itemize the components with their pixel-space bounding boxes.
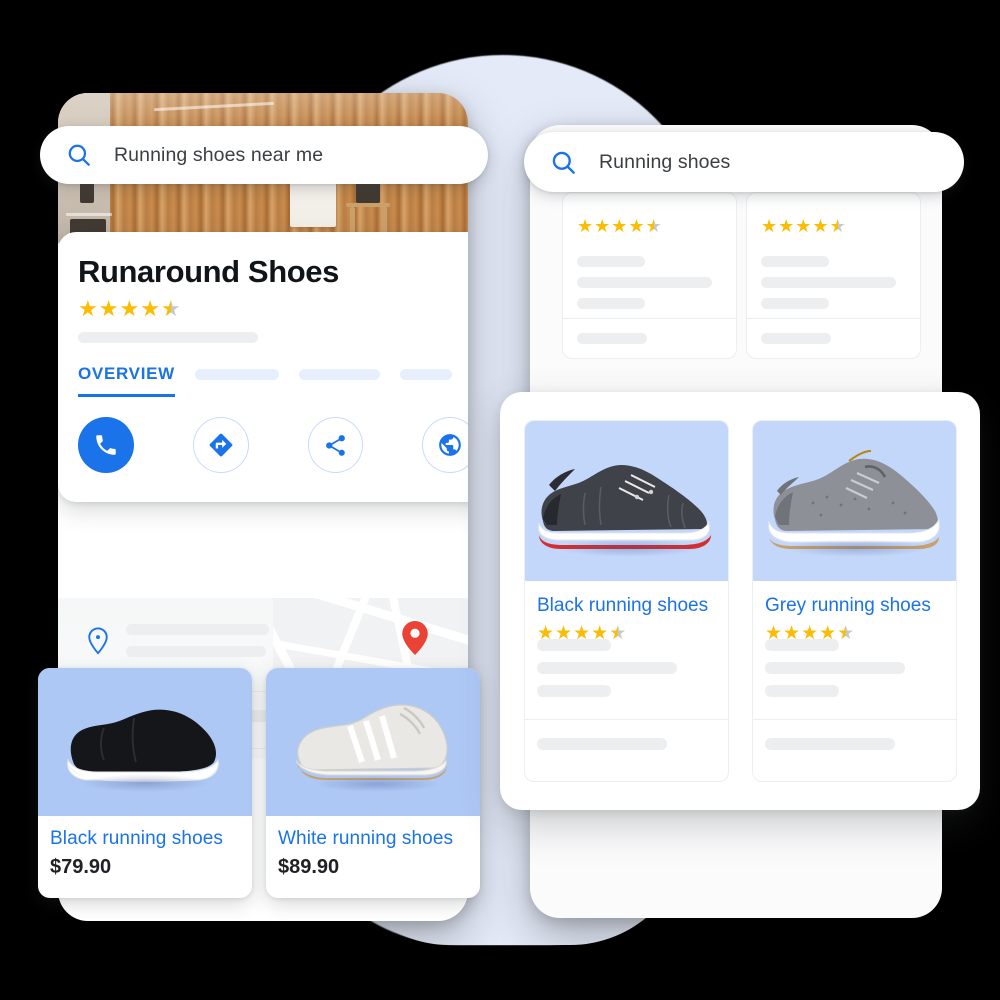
ghost-line bbox=[577, 277, 712, 288]
ghost-line bbox=[761, 333, 831, 344]
search-input-right[interactable]: Running shoes bbox=[599, 151, 730, 174]
business-detail-card: Runaround Shoes ★ ★ ★ ★ ★ OVERVIEW bbox=[58, 232, 468, 502]
product-price: $79.90 bbox=[50, 856, 112, 878]
product-name[interactable]: Black running shoes bbox=[50, 828, 223, 850]
ghost-line bbox=[537, 639, 611, 651]
search-bar-right[interactable]: Running shoes bbox=[524, 132, 964, 192]
card-divider bbox=[753, 719, 956, 720]
ghost-line bbox=[765, 738, 895, 750]
product-card-right-1[interactable]: Black running shoes ★ ★ ★ ★ ★ bbox=[524, 420, 729, 782]
ghost-line bbox=[765, 662, 905, 674]
ghost-line bbox=[577, 256, 645, 267]
ghost-line bbox=[761, 277, 896, 288]
business-rating-stars: ★ ★ ★ ★ ★ bbox=[78, 298, 181, 320]
product-card-right-2[interactable]: Grey running shoes ★ ★ ★ ★ ★ bbox=[752, 420, 957, 782]
call-button[interactable] bbox=[78, 417, 134, 473]
search-bar-left[interactable]: Running shoes near me bbox=[40, 126, 488, 184]
star-half-icon: ★ bbox=[837, 623, 855, 644]
search-input-left[interactable]: Running shoes near me bbox=[114, 144, 323, 167]
business-name: Runaround Shoes bbox=[78, 254, 339, 289]
address-line-2-placeholder bbox=[126, 646, 266, 657]
product-image-black-red-sole bbox=[525, 421, 728, 581]
ghost-line bbox=[765, 639, 839, 651]
globe-icon bbox=[437, 432, 463, 458]
tab-placeholder-2[interactable] bbox=[298, 368, 380, 380]
website-button[interactable] bbox=[422, 417, 468, 473]
ghost-line bbox=[765, 685, 839, 697]
ghost-line bbox=[577, 298, 645, 309]
phone-icon bbox=[93, 432, 119, 458]
result-rating-stars: ★ ★ ★ ★ ★ bbox=[761, 215, 920, 237]
star-half-icon: ★ bbox=[609, 623, 627, 644]
ghost-divider bbox=[563, 318, 736, 319]
product-image-grey-knit bbox=[753, 421, 956, 581]
directions-icon bbox=[207, 431, 235, 459]
star-icon: ★ bbox=[795, 216, 812, 236]
directions-button[interactable] bbox=[192, 417, 249, 473]
result-rating-stars: ★ ★ ★ ★ ★ bbox=[577, 215, 736, 237]
product-card-left-1[interactable]: Black running shoes $79.90 bbox=[38, 668, 252, 898]
share-icon bbox=[323, 433, 348, 458]
product-name[interactable]: Black running shoes bbox=[537, 595, 728, 617]
search-icon bbox=[550, 149, 577, 176]
ghost-line bbox=[537, 685, 611, 697]
star-icon: ★ bbox=[628, 216, 645, 236]
star-icon: ★ bbox=[778, 216, 795, 236]
product-card-left-2[interactable]: White running shoes $89.90 bbox=[266, 668, 480, 898]
business-action-row bbox=[78, 417, 468, 473]
ghost-line bbox=[577, 333, 647, 344]
business-subtitle-placeholder bbox=[78, 332, 258, 343]
search-icon bbox=[66, 142, 92, 168]
location-pin-icon bbox=[86, 626, 126, 655]
product-overlay-panel: Black running shoes ★ ★ ★ ★ ★ Grey runni… bbox=[500, 392, 980, 810]
product-image-white-sneaker bbox=[266, 668, 480, 816]
ghost-divider bbox=[747, 318, 920, 319]
tab-placeholder-1[interactable] bbox=[194, 368, 279, 380]
product-price: $89.90 bbox=[278, 856, 340, 878]
star-icon: ★ bbox=[761, 216, 778, 236]
star-icon: ★ bbox=[594, 216, 611, 236]
ghost-line bbox=[761, 256, 829, 267]
address-row[interactable] bbox=[58, 624, 468, 657]
star-half-icon: ★ bbox=[160, 296, 181, 321]
ghost-line bbox=[761, 298, 829, 309]
star-half-icon: ★ bbox=[645, 216, 662, 236]
star-icon: ★ bbox=[611, 216, 628, 236]
ghost-line bbox=[537, 662, 677, 674]
business-tabs: OVERVIEW bbox=[78, 364, 468, 397]
result-card-ghost-2[interactable]: ★ ★ ★ ★ ★ bbox=[746, 192, 921, 359]
tab-overview[interactable]: OVERVIEW bbox=[78, 364, 175, 397]
star-half-icon: ★ bbox=[829, 216, 846, 236]
product-image-black-slip-on bbox=[38, 668, 252, 816]
star-icon: ★ bbox=[812, 216, 829, 236]
star-icon: ★ bbox=[140, 296, 160, 321]
share-button[interactable] bbox=[307, 417, 364, 473]
tab-placeholder-3[interactable] bbox=[399, 368, 452, 380]
star-icon: ★ bbox=[98, 296, 119, 321]
ghost-line bbox=[537, 738, 667, 750]
illustration-canvas: Runaround Shoes ★ ★ ★ ★ ★ OVERVIEW Runni… bbox=[0, 0, 1000, 1000]
product-name[interactable]: White running shoes bbox=[278, 828, 453, 850]
product-name[interactable]: Grey running shoes bbox=[765, 595, 956, 617]
star-icon: ★ bbox=[78, 296, 98, 321]
address-line-1-placeholder bbox=[126, 624, 269, 635]
result-card-ghost-1[interactable]: ★ ★ ★ ★ ★ bbox=[562, 192, 737, 359]
star-icon: ★ bbox=[577, 216, 594, 236]
card-divider bbox=[525, 719, 728, 720]
star-icon: ★ bbox=[119, 296, 140, 321]
